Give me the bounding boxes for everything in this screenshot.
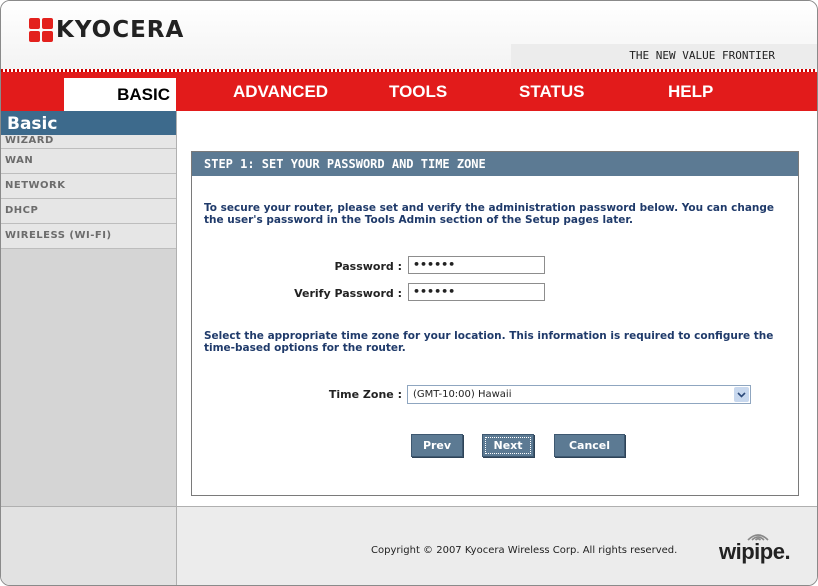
password-label: Password : — [334, 260, 402, 273]
verify-password-label: Verify Password : — [294, 287, 402, 300]
tab-help[interactable]: HELP — [668, 82, 713, 102]
tab-status[interactable]: STATUS — [519, 82, 584, 102]
password-intro-text: To secure your router, please set and ve… — [204, 202, 775, 226]
wipipe-logo: wipipe. — [719, 529, 799, 569]
next-button[interactable]: Next — [482, 434, 534, 457]
sidebar-title: Basic — [1, 111, 176, 135]
sidebar: Basic WIZARD WAN NETWORK DHCP WIRELESS (… — [1, 111, 177, 506]
tab-tools[interactable]: TOOLS — [389, 82, 447, 102]
sidebar-item-wan[interactable]: WAN — [1, 149, 176, 174]
sidebar-item-dhcp[interactable]: DHCP — [1, 199, 176, 224]
timezone-label: Time Zone : — [328, 388, 402, 401]
logo-text: KYOCERA — [56, 17, 185, 43]
verify-password-field[interactable]: •••••• — [408, 283, 545, 301]
chevron-down-icon[interactable] — [734, 387, 749, 402]
router-setup-window: KYOCERA THE NEW VALUE FRONTIER BASIC ADV… — [0, 0, 818, 586]
timezone-select[interactable]: (GMT-10:00) Hawaii — [407, 385, 751, 404]
sidebar-item-wireless[interactable]: WIRELESS (WI-FI) — [1, 224, 176, 249]
tagline-bar: THE NEW VALUE FRONTIER — [511, 44, 817, 69]
sidebar-item-network[interactable]: NETWORK — [1, 174, 176, 199]
timezone-intro-text: Select the appropriate time zone for you… — [204, 330, 774, 354]
tab-basic[interactable]: BASIC — [64, 78, 176, 111]
footer-sidebar — [1, 507, 177, 585]
sidebar-item-wizard[interactable]: WIZARD — [1, 135, 176, 149]
top-nav: BASIC ADVANCED TOOLS STATUS HELP — [1, 72, 817, 111]
tagline: THE NEW VALUE FRONTIER — [629, 49, 775, 62]
footer: Copyright © 2007 Kyocera Wireless Corp. … — [1, 506, 817, 585]
kyocera-logo: KYOCERA — [29, 17, 184, 43]
header: KYOCERA THE NEW VALUE FRONTIER — [1, 1, 817, 69]
brand-text: wipipe. — [719, 539, 791, 564]
cancel-button[interactable]: Cancel — [554, 434, 625, 457]
tab-advanced[interactable]: ADVANCED — [233, 82, 328, 102]
timezone-selected-value: (GMT-10:00) Hawaii — [413, 389, 512, 400]
copyright-text: Copyright © 2007 Kyocera Wireless Corp. … — [371, 545, 678, 556]
prev-button[interactable]: Prev — [411, 434, 463, 457]
kyocera-logo-mark-icon — [29, 18, 53, 42]
password-field[interactable]: •••••• — [408, 256, 545, 274]
section-title: STEP 1: SET YOUR PASSWORD AND TIME ZONE — [192, 152, 798, 176]
wizard-step-panel: STEP 1: SET YOUR PASSWORD AND TIME ZONE … — [191, 151, 799, 496]
